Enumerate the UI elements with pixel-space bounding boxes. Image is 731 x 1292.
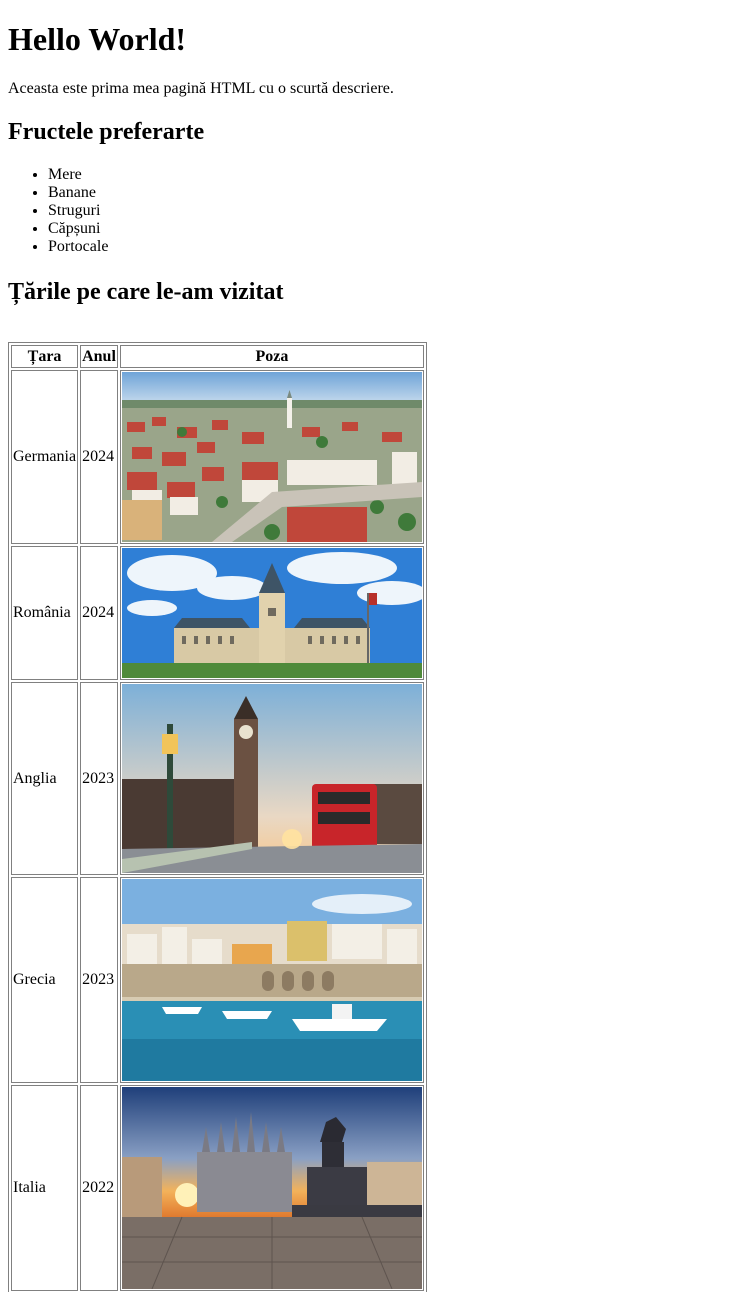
year-cell: 2023 — [80, 682, 118, 875]
list-item: Căpșuni — [48, 220, 723, 238]
fruits-list: Mere Banane Struguri Căpșuni Portocale — [8, 166, 723, 256]
column-header-photo: Poza — [119, 345, 424, 368]
page-title: Hello World! — [8, 21, 187, 57]
year-cell: 2024 — [80, 546, 118, 680]
list-item: Mere — [48, 166, 723, 184]
country-cell: România — [11, 546, 79, 680]
column-header-year: Anul — [80, 345, 118, 368]
year-cell: 2023 — [80, 877, 118, 1083]
year-cell: 2024 — [80, 370, 118, 544]
fruits-heading: Fructele preferarte — [8, 119, 205, 145]
country-cell: Italia — [11, 1085, 79, 1291]
country-cell: Grecia — [11, 877, 79, 1083]
list-item: Banane — [48, 184, 723, 202]
romania-palace-photo — [121, 548, 422, 678]
photo-cell — [119, 877, 424, 1083]
column-header-country: Țara — [11, 345, 79, 368]
germany-town-photo — [121, 372, 422, 542]
countries-heading: Țările pe care le-am vizitat — [8, 279, 284, 305]
list-item: Portocale — [48, 238, 723, 256]
table-row: Anglia 2023 — [11, 682, 424, 875]
england-big-ben-photo — [121, 684, 422, 873]
countries-table: Țara Anul Poza Germania 2024 România 202… — [8, 342, 427, 1292]
table-row: Grecia 2023 — [11, 877, 424, 1083]
country-cell: Germania — [11, 370, 79, 544]
table-header-row: Țara Anul Poza — [11, 345, 424, 368]
table-row: Italia 2022 — [11, 1085, 424, 1291]
table-row: România 2024 — [11, 546, 424, 680]
photo-cell — [119, 546, 424, 680]
photo-cell — [119, 1085, 424, 1291]
photo-cell — [119, 682, 424, 875]
greece-harbor-photo — [121, 879, 422, 1081]
table-row: Germania 2024 — [11, 370, 424, 544]
italy-duomo-photo — [121, 1087, 422, 1289]
list-item: Struguri — [48, 202, 723, 220]
year-cell: 2022 — [80, 1085, 118, 1291]
photo-cell — [119, 370, 424, 544]
country-cell: Anglia — [11, 682, 79, 875]
page-description: Aceasta este prima mea pagină HTML cu o … — [8, 80, 394, 97]
